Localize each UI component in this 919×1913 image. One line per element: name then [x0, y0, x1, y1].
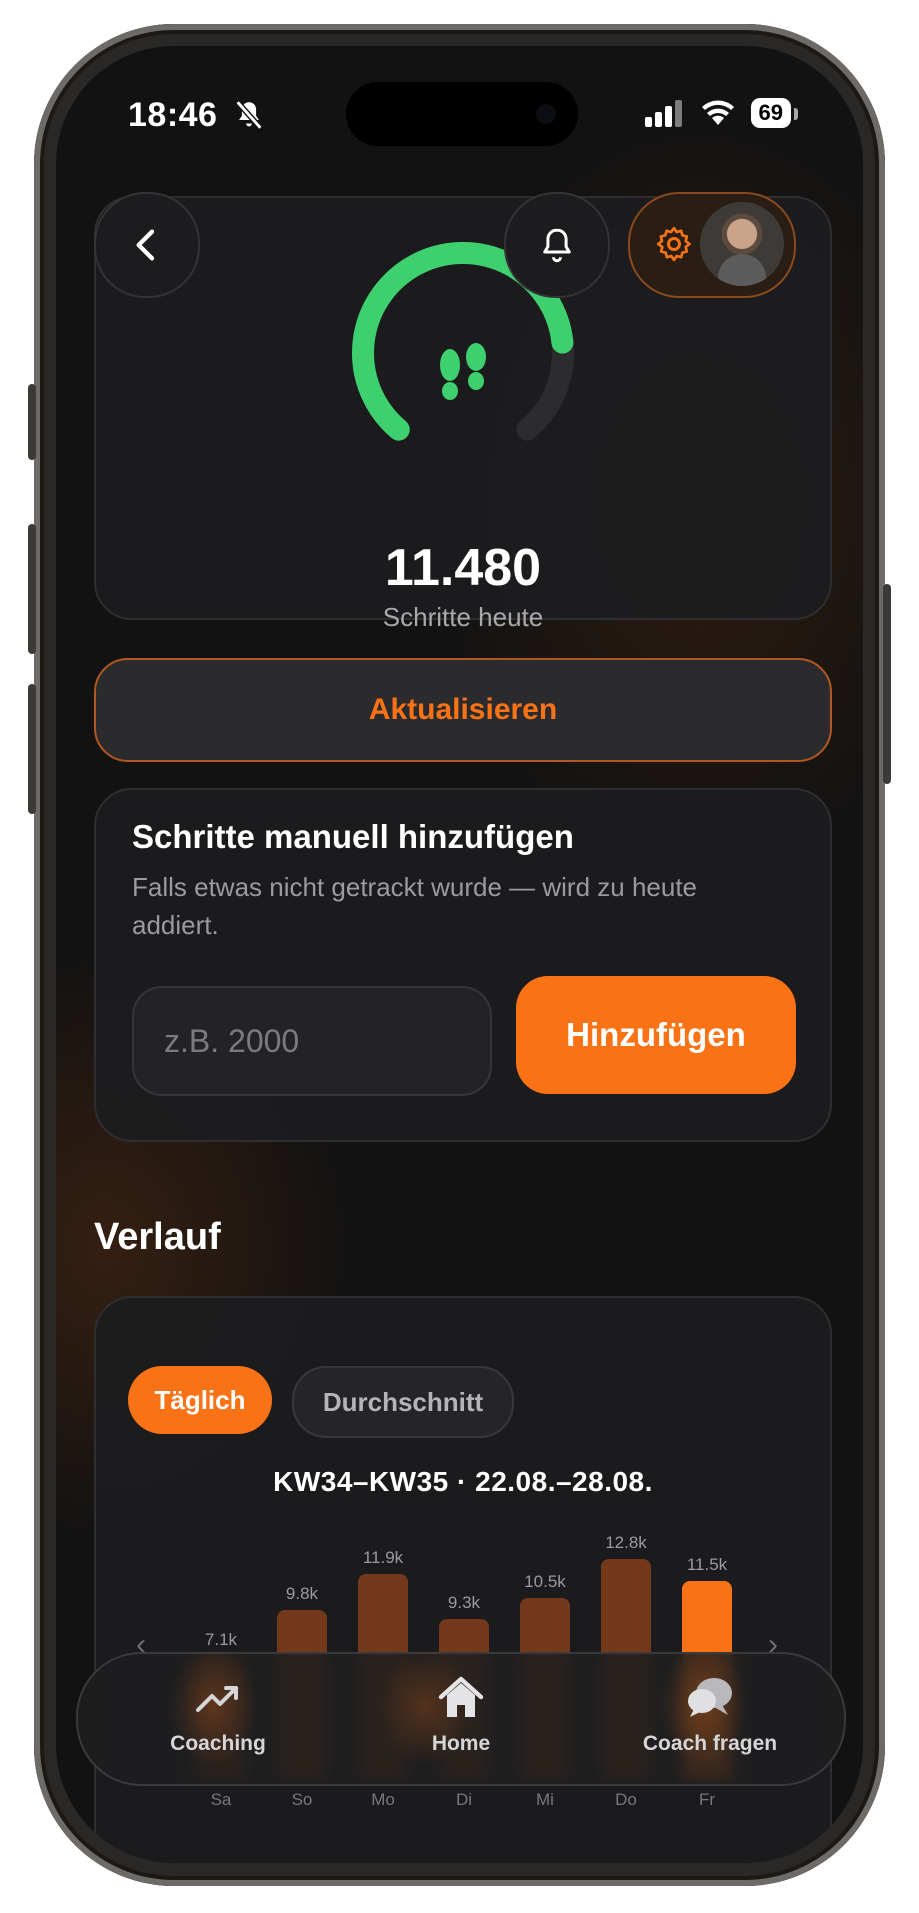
app-screen: 18:46 69 11.480 Schritte heute Aktualisi…	[56, 46, 863, 1863]
bell-icon	[543, 228, 571, 263]
tab-coaching-label: Coaching	[170, 1732, 266, 1755]
silent-bell-icon	[235, 100, 263, 130]
steps-label: Schritte heute	[382, 602, 544, 632]
chart-value-label: 11.5k	[686, 1554, 728, 1574]
footprints-icon	[440, 343, 486, 400]
chevron-left-icon	[136, 229, 155, 261]
action-button	[28, 384, 36, 460]
chart-day-label: Di	[455, 1790, 473, 1809]
date-range: KW34–KW35 · 22.08.–28.08.	[273, 1466, 653, 1497]
notifications-button[interactable]	[504, 192, 610, 298]
steps-count: 11.480	[384, 539, 542, 597]
chart-day-label: Do	[615, 1790, 637, 1809]
chart-day-label: Sa	[210, 1790, 232, 1809]
volume-down-button	[28, 684, 36, 814]
cellular-signal-icon	[644, 100, 682, 127]
status-time: 18:46	[128, 96, 218, 134]
avatar[interactable]	[700, 202, 784, 286]
volume-up-button	[28, 524, 36, 654]
chat-bubbles-icon	[686, 1674, 734, 1722]
profile-settings-button[interactable]	[628, 192, 796, 298]
home-icon	[437, 1674, 485, 1722]
tab-home[interactable]: Home	[361, 1674, 561, 1774]
power-button	[883, 584, 891, 784]
wifi-icon	[701, 100, 734, 125]
chart-value-label: 11.9k	[362, 1548, 404, 1567]
update-button[interactable]: Aktualisieren	[94, 658, 832, 762]
battery-indicator: 69	[750, 98, 799, 128]
dynamic-island	[346, 82, 578, 146]
tab-coaching[interactable]: Coaching	[118, 1674, 318, 1774]
manual-entry-title: Schritte manuell hinzufügen	[132, 818, 574, 855]
chart-day-label: Fr	[698, 1790, 716, 1809]
gear-icon	[656, 226, 691, 262]
chart-value-label: 9.3k	[447, 1592, 481, 1612]
toggle-daily[interactable]: Täglich	[128, 1366, 272, 1434]
chart-day-label: So	[291, 1790, 313, 1809]
add-steps-button[interactable]: Hinzufügen	[516, 976, 796, 1094]
steps-input[interactable]	[132, 986, 492, 1096]
tab-coach-fragen[interactable]: Coach fragen	[610, 1674, 810, 1774]
chart-value-label: 9.8k	[285, 1584, 319, 1603]
chart-day-label: Mo	[371, 1790, 395, 1809]
manual-entry-card: Schritte manuell hinzufügen Falls etwas …	[94, 788, 832, 1142]
history-heading: Verlauf	[94, 1216, 221, 1258]
chart-value-label: 12.8k	[605, 1532, 647, 1552]
chart-value-label: 10.5k	[524, 1572, 566, 1591]
chart-day-label: Mi	[536, 1790, 554, 1809]
manual-entry-subtitle: Falls etwas nicht getrackt wurde — wird …	[132, 872, 698, 940]
trend-up-icon	[194, 1674, 242, 1722]
tab-coach-fragen-label: Coach fragen	[642, 1732, 778, 1755]
status-indicators: 69	[644, 98, 799, 128]
tab-home-label: Home	[431, 1732, 491, 1755]
back-button[interactable]	[94, 192, 200, 298]
toggle-average[interactable]: Durchschnitt	[292, 1366, 514, 1438]
tab-bar: Coaching Home Coach fragen	[76, 1646, 846, 1786]
